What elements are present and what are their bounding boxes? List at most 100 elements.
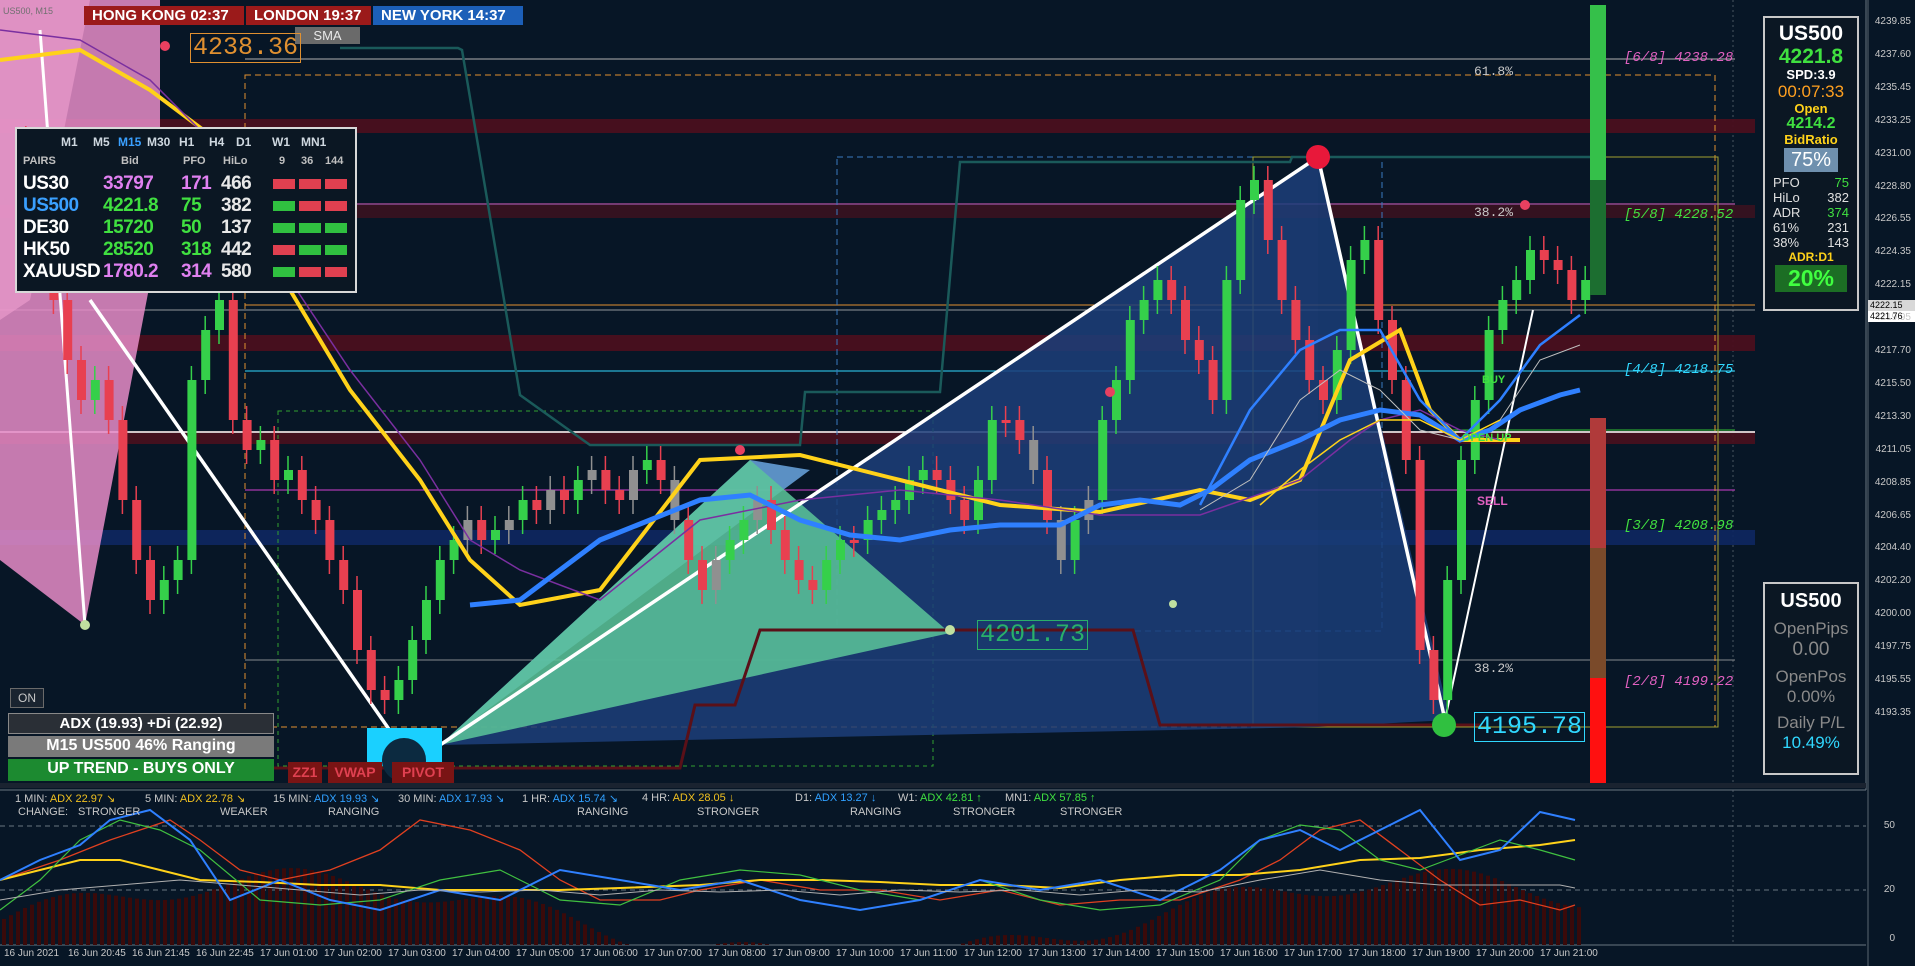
- adx-status: STRONGER: [697, 806, 760, 818]
- candle-body: [90, 380, 100, 400]
- price-tick: 4222.15: [1874, 279, 1911, 291]
- timeframe-h1[interactable]: H1: [179, 135, 194, 149]
- candle-body: [146, 560, 155, 600]
- histogram-bar: [506, 896, 510, 945]
- histogram-bar: [1514, 886, 1518, 945]
- pair-name: US500: [23, 195, 79, 216]
- candle-body: [711, 560, 721, 590]
- candle-body: [1429, 650, 1439, 700]
- histogram-bar: [744, 942, 748, 945]
- adx-tf-item: 4 HR: ADX 28.05 ↓: [642, 792, 734, 804]
- adx-tf-label: MN1:: [1005, 792, 1034, 804]
- histogram-bar: [562, 913, 566, 945]
- time-tick: 17 Jun 08:00: [708, 948, 766, 959]
- trend-cell: [299, 179, 321, 189]
- histogram-bar: [359, 886, 363, 945]
- histogram-bar: [1094, 939, 1098, 945]
- ranging-button[interactable]: M15 US500 46% Ranging: [8, 736, 274, 757]
- histogram-bar: [527, 899, 531, 945]
- price-tick: 4197.75: [1874, 641, 1911, 653]
- trend-cell: [325, 201, 347, 211]
- histogram-bar: [1052, 938, 1056, 945]
- histogram-bar: [107, 894, 111, 945]
- candle-body: [1015, 420, 1025, 440]
- candle-body: [159, 580, 169, 600]
- candle-body: [1194, 340, 1204, 360]
- pair-row[interactable]: HK50 28520 318 442: [23, 239, 353, 261]
- adx-value: ADX 22.97: [49, 793, 104, 805]
- histogram-bar: [387, 896, 391, 945]
- pair-row[interactable]: DE30 15720 50 137: [23, 217, 353, 239]
- price-tick: 4239.85: [1874, 16, 1911, 27]
- adx-tf-item: 1 HR: ADX 15.74 ↘: [522, 792, 618, 805]
- histogram-bar: [415, 902, 419, 945]
- candle-body: [546, 490, 556, 510]
- histogram-bar: [338, 878, 342, 945]
- candle-body: [1112, 380, 1121, 420]
- histogram-bar: [1423, 871, 1427, 945]
- histogram-bar: [23, 907, 27, 945]
- time-tick: 17 Jun 21:00: [1540, 948, 1598, 959]
- murrey-3-8-label: [3/8] 4208.98: [1624, 518, 1734, 534]
- price-tick: 4231.00: [1874, 147, 1911, 159]
- vwap-button[interactable]: VWAP: [328, 762, 382, 783]
- histogram-bar: [422, 902, 426, 945]
- timeframe-m30[interactable]: M30: [147, 135, 170, 149]
- histogram-bar: [254, 873, 258, 945]
- pos-openpips-value: 0.00: [1792, 639, 1830, 660]
- histogram-bar: [765, 944, 769, 945]
- adx-tf-label: 5 MIN:: [145, 793, 180, 805]
- symbol-info-panel: US500 4221.8 SPD:3.9 00:07:33 Open 4214.…: [1763, 16, 1859, 311]
- info-stat-key: ADR: [1773, 205, 1801, 220]
- timeframe-h4[interactable]: H4: [209, 135, 224, 149]
- info-open-label: Open: [1794, 101, 1828, 116]
- candle-body: [477, 520, 487, 540]
- histogram-bar: [478, 897, 482, 945]
- pair-row[interactable]: US30 33797 171 466: [23, 173, 353, 195]
- candle-body: [1539, 250, 1549, 260]
- pair-row[interactable]: US500 4221.8 75 382: [23, 195, 353, 217]
- price-tick: 4204.40: [1874, 542, 1911, 554]
- price-tick: 4195.55: [1874, 674, 1911, 685]
- candle-body: [808, 580, 818, 590]
- low-price-label: 4195.78: [1474, 712, 1586, 742]
- histogram-bar: [975, 939, 979, 945]
- on-button[interactable]: ON: [10, 688, 44, 708]
- histogram-bar: [485, 896, 489, 945]
- histogram-bar: [758, 943, 762, 945]
- histogram-bar: [72, 893, 76, 945]
- sma-button[interactable]: SMA: [295, 27, 360, 44]
- histogram-bar: [457, 899, 461, 945]
- timeframe-d1[interactable]: D1: [236, 135, 251, 149]
- candle-body: [932, 470, 942, 480]
- histogram-bar: [310, 870, 314, 945]
- candle-body: [960, 500, 970, 520]
- trend-button[interactable]: UP TREND - BUYS ONLY: [8, 759, 274, 781]
- candle-body: [1070, 520, 1080, 560]
- timeframe-m1[interactable]: M1: [61, 135, 78, 149]
- timeframe-mn1[interactable]: MN1: [301, 135, 326, 149]
- zz1-button[interactable]: ZZ1: [288, 762, 322, 783]
- pair-bid: 4221.8: [103, 195, 159, 216]
- histogram-bar: [1234, 887, 1238, 945]
- pair-row[interactable]: XAUUSD 1780.2 314 580: [23, 261, 353, 283]
- timeframe-w1[interactable]: W1: [272, 135, 290, 149]
- histogram-bar: [429, 902, 433, 945]
- adx-button[interactable]: ADX (19.93) +Di (22.92): [8, 713, 274, 734]
- histogram-bar: [1346, 894, 1350, 945]
- candle-body: [1236, 200, 1246, 280]
- adx-tf-label: 15 MIN:: [273, 793, 314, 805]
- adx-arrow-icon: ↓: [725, 792, 735, 804]
- histogram-bar: [1353, 893, 1357, 945]
- timeframe-m15[interactable]: M15: [118, 135, 141, 149]
- histogram-bar: [247, 876, 251, 945]
- candle-body: [491, 530, 500, 540]
- info-stat-row: 61% 231: [1773, 220, 1849, 235]
- candle-body: [1346, 260, 1356, 350]
- murrey-2-8-label: [2/8] 4199.22: [1624, 674, 1734, 690]
- price-tick: 4217.70: [1874, 345, 1911, 356]
- histogram-bar: [135, 898, 139, 945]
- timeframe-m5[interactable]: M5: [93, 135, 110, 149]
- adx-value: ADX 17.93: [438, 793, 493, 805]
- pivot-button[interactable]: PIVOT: [392, 762, 454, 783]
